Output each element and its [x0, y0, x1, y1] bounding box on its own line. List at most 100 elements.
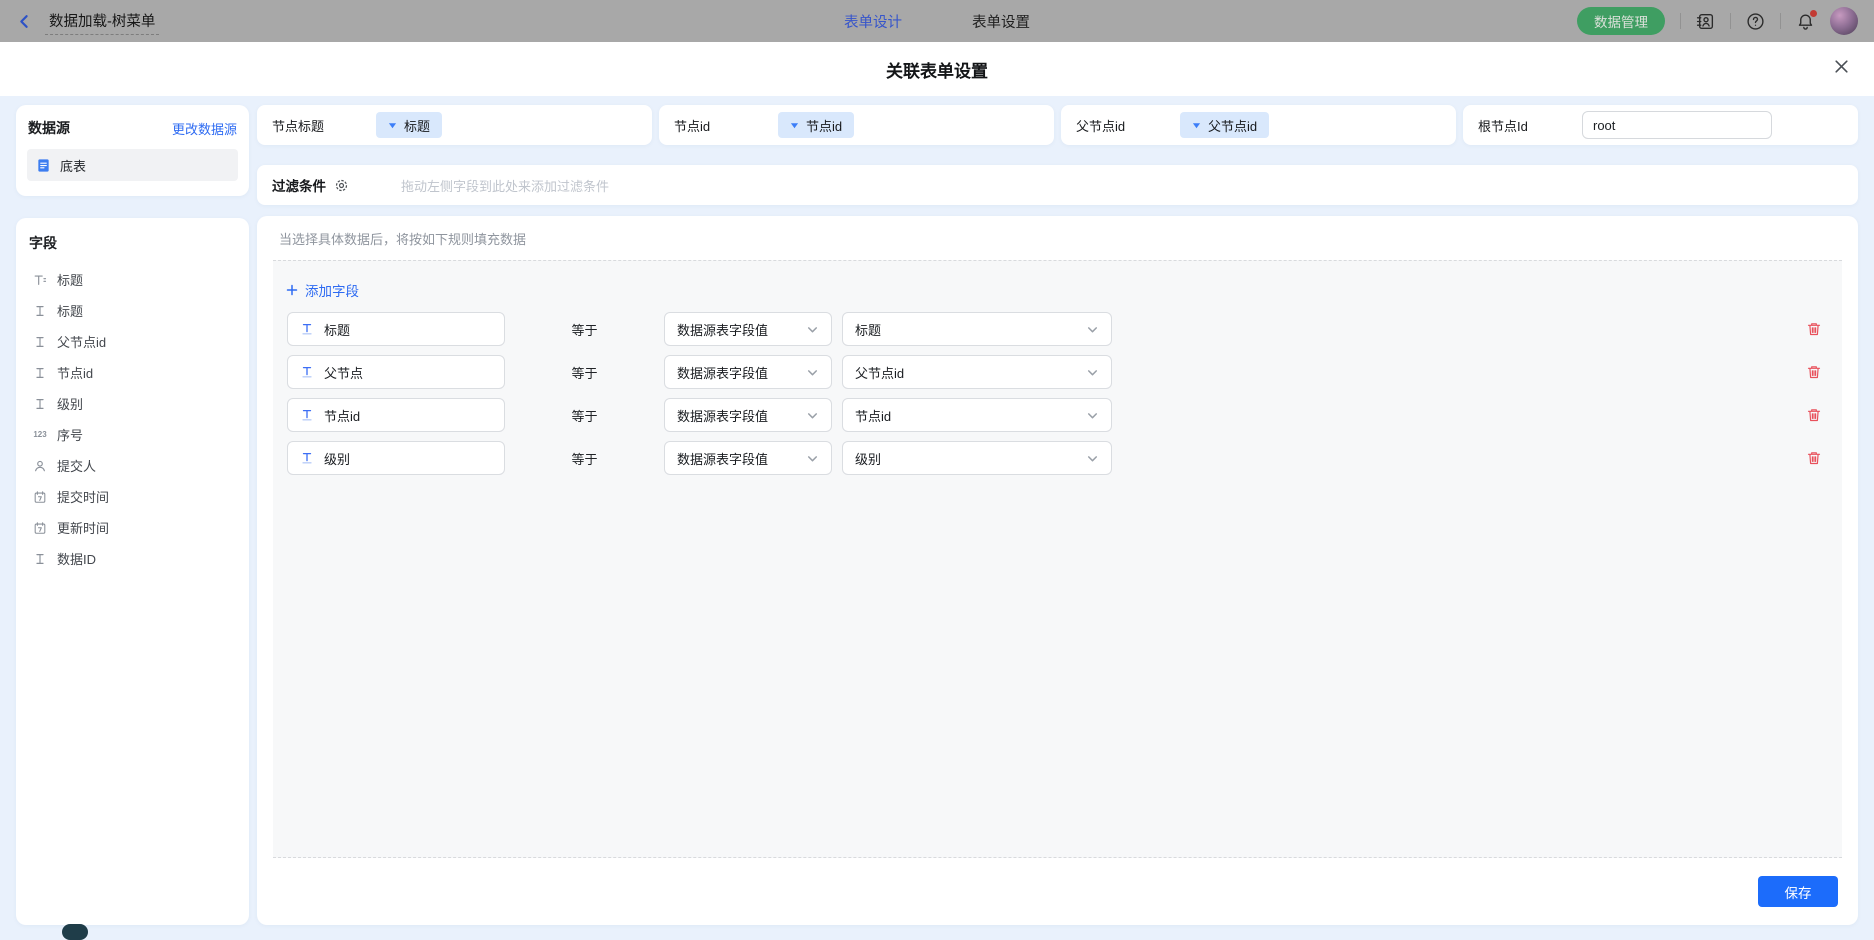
rule-value-select[interactable]: 标题 — [842, 312, 1112, 346]
screen: 数据加载-树菜单 表单设计 表单设置 数据管理 关联表单设置 — [0, 0, 1874, 932]
mapping-label: 节点标题 — [272, 116, 376, 135]
field-label: 更新时间 — [57, 518, 109, 537]
field-label: 提交时间 — [57, 487, 109, 506]
caret-down-icon — [1192, 121, 1201, 130]
input-text-icon — [300, 408, 314, 422]
rule-value-select[interactable]: 级别 — [842, 441, 1112, 475]
change-datasource-link[interactable]: 更改数据源 — [172, 119, 237, 138]
field-item[interactable]: 父节点id — [28, 326, 237, 357]
field-item[interactable]: 更新时间 — [28, 512, 237, 543]
rule-field[interactable]: 节点id — [287, 398, 505, 432]
save-button[interactable]: 保存 — [1758, 876, 1838, 907]
plus-icon — [286, 284, 298, 296]
datasource-table-item[interactable]: 底表 — [27, 149, 238, 181]
filter-placeholder: 拖动左侧字段到此处来添加过滤条件 — [401, 176, 609, 195]
textarea-icon — [32, 273, 48, 287]
rules-panel: 添加字段 标题 等于 数据源表字段值 — [273, 260, 1842, 858]
field-tag[interactable]: 父节点id — [1180, 112, 1269, 138]
text-icon — [32, 552, 48, 566]
rule-source-select[interactable]: 数据源表字段值 — [664, 355, 832, 389]
datasource-card: 数据源 更改数据源 底表 — [16, 105, 249, 196]
bell-icon[interactable] — [1796, 12, 1815, 31]
field-tag[interactable]: 标题 — [376, 112, 442, 138]
trash-icon[interactable] — [1806, 450, 1822, 466]
rule-value-select[interactable]: 节点id — [842, 398, 1112, 432]
trash-icon[interactable] — [1806, 364, 1822, 380]
field-item[interactable]: 提交人 — [28, 450, 237, 481]
rule-field[interactable]: 级别 — [287, 441, 505, 475]
divider — [1780, 13, 1781, 29]
rule-row: 级别 等于 数据源表字段值 级别 — [287, 441, 1822, 475]
field-label: 父节点id — [57, 332, 106, 351]
filter-card: 过滤条件 拖动左侧字段到此处来添加过滤条件 — [257, 165, 1858, 205]
floating-widget[interactable] — [62, 924, 88, 940]
topbar-tabs: 表单设计 表单设置 — [844, 0, 1030, 42]
chevron-down-icon — [806, 452, 819, 465]
back-icon[interactable] — [16, 13, 33, 30]
avatar[interactable] — [1830, 7, 1858, 35]
mapping-card: 节点id 节点id — [659, 105, 1054, 145]
mapping-label: 父节点id — [1076, 116, 1180, 135]
rules-hint: 当选择具体数据后，将按如下规则填充数据 — [257, 216, 1858, 260]
rule-field-label: 标题 — [324, 320, 350, 339]
main-area: 节点标题 标题 节点id 节点id — [257, 105, 1858, 925]
field-tag[interactable]: 节点id — [778, 112, 854, 138]
input-text-icon — [300, 322, 314, 336]
mapping-row: 节点标题 标题 节点id 节点id — [257, 105, 1858, 145]
field-label: 标题 — [57, 270, 83, 289]
field-item[interactable]: 数据ID — [28, 543, 237, 574]
field-label: 提交人 — [57, 456, 96, 475]
modal-title: 关联表单设置 — [886, 57, 988, 82]
rules-card: 当选择具体数据后，将按如下规则填充数据 添加字段 标题 — [257, 216, 1858, 925]
field-label: 级别 — [57, 394, 83, 413]
field-tag-label: 父节点id — [1208, 116, 1257, 135]
datasource-title: 数据源 — [28, 118, 70, 138]
rule-field-label: 父节点 — [324, 363, 363, 382]
trash-icon[interactable] — [1806, 407, 1822, 423]
contacts-icon[interactable] — [1696, 12, 1715, 31]
caret-down-icon — [388, 121, 397, 130]
field-label: 标题 — [57, 301, 83, 320]
field-item[interactable]: 节点id — [28, 357, 237, 388]
filter-label: 过滤条件 — [272, 175, 326, 195]
root-node-label: 根节点Id — [1478, 116, 1582, 135]
field-item[interactable]: 提交时间 — [28, 481, 237, 512]
chevron-down-icon — [1086, 323, 1099, 336]
root-node-input[interactable] — [1582, 111, 1772, 139]
rule-source-select[interactable]: 数据源表字段值 — [664, 441, 832, 475]
mapping-card-root: 根节点Id — [1463, 105, 1858, 145]
rule-source-select[interactable]: 数据源表字段值 — [664, 312, 832, 346]
rule-operator: 等于 — [505, 449, 664, 468]
rule-value-select[interactable]: 父节点id — [842, 355, 1112, 389]
add-field-button[interactable]: 添加字段 — [286, 280, 359, 300]
modal-footer: 保存 — [257, 858, 1858, 925]
close-icon[interactable] — [1833, 58, 1850, 80]
text-icon — [32, 335, 48, 349]
modal-body: 数据源 更改数据源 底表 字段 标题 — [0, 96, 1874, 932]
field-item[interactable]: 123 序号 — [28, 419, 237, 450]
divider — [1730, 13, 1731, 29]
doc-icon — [36, 158, 51, 173]
page-title[interactable]: 数据加载-树菜单 — [45, 8, 159, 35]
notification-dot — [1810, 10, 1817, 17]
fields-card: 字段 标题 标题 父节点id — [16, 218, 249, 925]
tab-form-settings[interactable]: 表单设置 — [972, 11, 1030, 32]
help-icon[interactable] — [1746, 12, 1765, 31]
field-item[interactable]: 级别 — [28, 388, 237, 419]
rule-source-select[interactable]: 数据源表字段值 — [664, 398, 832, 432]
data-manage-button[interactable]: 数据管理 — [1577, 7, 1665, 35]
gear-icon[interactable] — [334, 178, 349, 193]
field-tag-label: 节点id — [806, 116, 842, 135]
field-item[interactable]: 标题 — [28, 295, 237, 326]
rule-field-label: 级别 — [324, 449, 350, 468]
tab-form-design[interactable]: 表单设计 — [844, 11, 902, 32]
field-item[interactable]: 标题 — [28, 264, 237, 295]
trash-icon[interactable] — [1806, 321, 1822, 337]
rule-operator: 等于 — [505, 406, 664, 425]
rule-field[interactable]: 标题 — [287, 312, 505, 346]
rule-field[interactable]: 父节点 — [287, 355, 505, 389]
chevron-down-icon — [1086, 452, 1099, 465]
chevron-down-icon — [1086, 409, 1099, 422]
text-icon — [32, 366, 48, 380]
related-form-settings-modal: 关联表单设置 数据源 更改数据源 底表 字段 — [0, 42, 1874, 932]
